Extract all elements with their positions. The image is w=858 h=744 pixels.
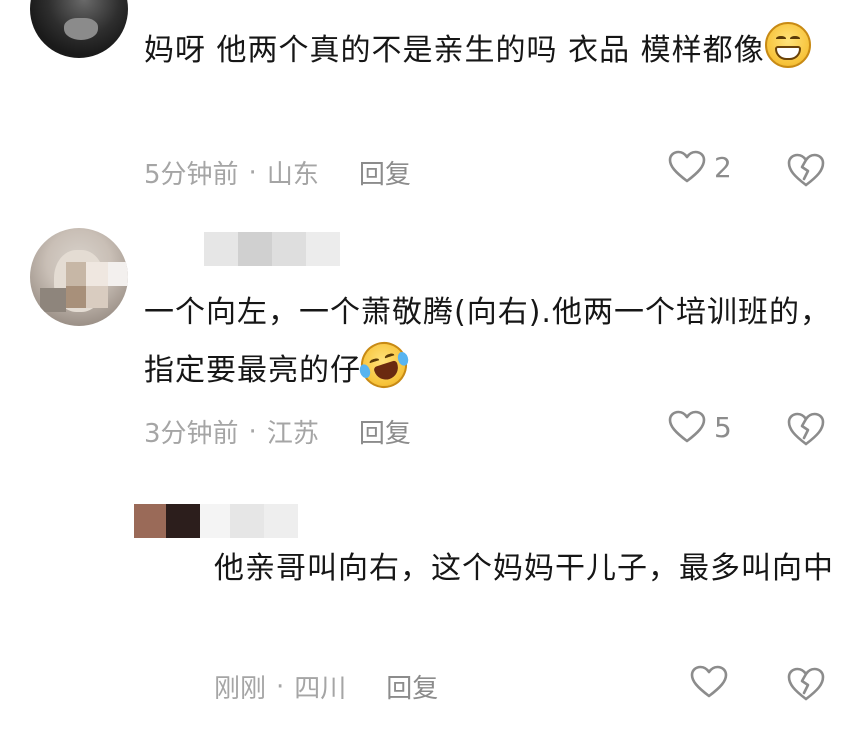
comment-text-content: 一个向左，一个萧敬腾(向右).他两一个培训班的，指定要最亮的仔 [144, 295, 831, 388]
reply-button[interactable]: 回复 [359, 413, 411, 450]
heart-icon [668, 410, 706, 443]
like-button[interactable]: 2 [668, 150, 732, 184]
like-count: 5 [714, 410, 732, 444]
comment-text: 一个向左，一个萧敬腾(向右).他两一个培训班的，指定要最亮的仔 [144, 284, 834, 400]
comment-meta: 刚刚 · 四川 回复 [214, 668, 438, 705]
dislike-button[interactable] [786, 152, 826, 192]
meta-separator: · [248, 157, 257, 188]
reply-button[interactable]: 回复 [359, 154, 411, 191]
heart-icon [668, 150, 706, 183]
comment-time: 刚刚 [214, 674, 267, 704]
reply-button[interactable]: 回复 [386, 668, 438, 705]
meta-separator: · [248, 416, 257, 447]
comment-time: 3分钟前 [144, 419, 239, 449]
like-button[interactable] [690, 665, 728, 699]
grin-emoji-icon [764, 22, 811, 68]
comment-location: 江苏 [266, 419, 319, 449]
username-blurred[interactable] [134, 504, 298, 538]
like-button[interactable]: 5 [668, 410, 732, 444]
comment-location: 四川 [294, 674, 347, 704]
avatar[interactable] [30, 228, 128, 326]
comment-text: 妈呀 他两个真的不是亲生的吗 衣品 模样都像 [144, 22, 834, 80]
avatar[interactable] [30, 0, 128, 58]
comment-time: 5分钟前 [144, 160, 239, 190]
comment-meta: 5分钟前 · 山东 回复 [144, 154, 411, 191]
username-blurred[interactable] [204, 232, 340, 266]
broken-heart-icon [787, 412, 825, 446]
broken-heart-icon [787, 153, 825, 187]
dislike-button[interactable] [786, 666, 826, 706]
dislike-button[interactable] [786, 411, 826, 451]
comment-text-content: 他亲哥叫向右，这个妈妈干儿子，最多叫向中 [214, 551, 834, 586]
comment-text: 他亲哥叫向右，这个妈妈干儿子，最多叫向中 [214, 540, 834, 598]
meta-separator: · [276, 671, 285, 702]
broken-heart-icon [787, 667, 825, 701]
comment-text-content: 妈呀 他两个真的不是亲生的吗 衣品 模样都像 [144, 33, 765, 68]
laugh-cry-emoji-icon [355, 336, 413, 394]
comment-meta: 3分钟前 · 江苏 回复 [144, 413, 411, 450]
heart-icon [690, 665, 728, 698]
like-count: 2 [714, 150, 732, 184]
comment-location: 山东 [266, 160, 319, 190]
